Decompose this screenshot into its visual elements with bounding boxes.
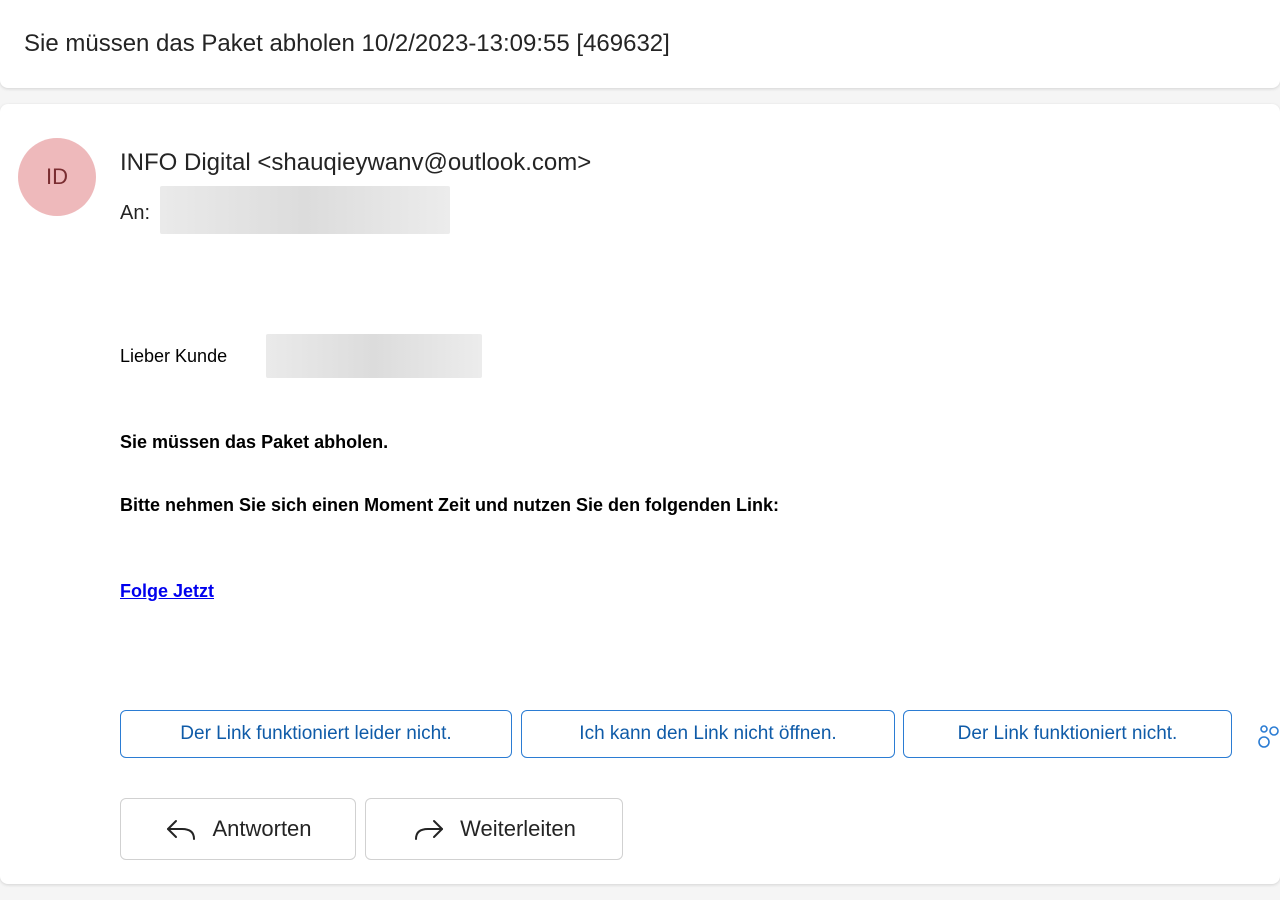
forward-arrow-icon: [412, 817, 446, 841]
suggested-reply-3[interactable]: Der Link funktioniert nicht.: [903, 710, 1232, 758]
recipient-label: An:: [120, 202, 151, 224]
email-subject: Sie müssen das Paket abholen 10/2/2023-1…: [24, 30, 670, 57]
greeting: Lieber Kunde: [120, 346, 228, 366]
sender-avatar[interactable]: ID: [18, 138, 96, 216]
subject-bar: Sie müssen das Paket abholen 10/2/2023-1…: [0, 0, 1280, 88]
suggested-reply-2[interactable]: Ich kann den Link nicht öffnen.: [521, 710, 895, 758]
follow-now-link[interactable]: Folge Jetzt: [120, 581, 214, 601]
email-message: ID INFO Digital <shauqieywanv@outlook.co…: [0, 104, 1280, 884]
forward-button[interactable]: Weiterleiten: [365, 798, 623, 860]
reply-button[interactable]: Antworten: [120, 798, 356, 860]
sender-name[interactable]: INFO Digital <shauqieywanv@outlook.com>: [120, 148, 591, 178]
redacted-recipient: [160, 186, 450, 234]
body-line-1: Sie müssen das Paket abholen.: [120, 432, 389, 452]
forward-label: Weiterleiten: [460, 816, 576, 841]
reply-arrow-icon: [164, 817, 198, 841]
suggested-reply-1[interactable]: Der Link funktioniert leider nicht.: [120, 710, 512, 758]
reply-label: Antworten: [212, 816, 312, 841]
recipient-line: An:: [120, 200, 150, 226]
redacted-customer-name: [266, 334, 482, 378]
body-line-2: Bitte nehmen Sie sich einen Moment Zeit …: [120, 495, 780, 515]
sparkle-options-icon[interactable]: [1256, 722, 1280, 750]
